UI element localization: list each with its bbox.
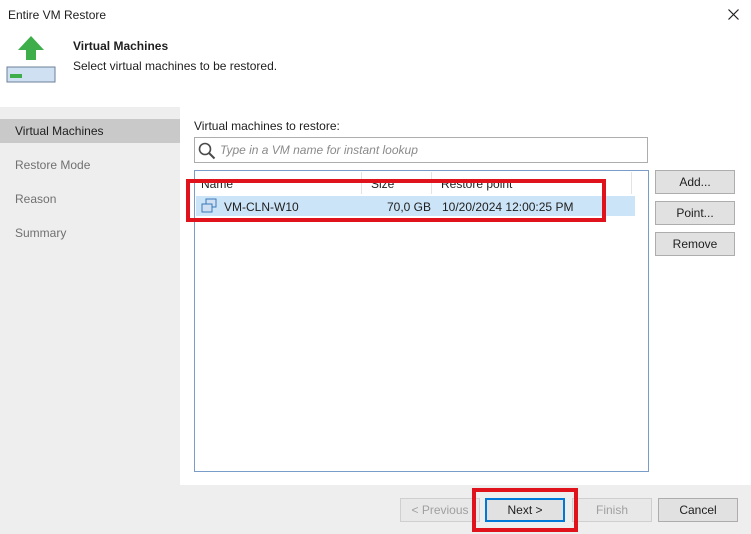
search-box[interactable]	[194, 137, 648, 163]
sidebar-item-reason[interactable]: Reason	[0, 187, 180, 211]
section-label: Virtual machines to restore:	[194, 119, 340, 133]
previous-button[interactable]: < Previous	[400, 498, 480, 522]
remove-button[interactable]: Remove	[655, 232, 735, 256]
next-button[interactable]: Next >	[485, 498, 565, 522]
column-divider	[361, 172, 362, 194]
title-bar	[0, 0, 751, 30]
search-input[interactable]	[220, 141, 640, 159]
close-icon	[728, 9, 739, 20]
sidebar-item-restore-mode[interactable]: Restore Mode	[0, 153, 180, 177]
add-button[interactable]: Add...	[655, 170, 735, 194]
sidebar-item-summary[interactable]: Summary	[0, 221, 180, 245]
close-button[interactable]	[716, 0, 751, 30]
point-button[interactable]: Point...	[655, 201, 735, 225]
sidebar-item-virtual-machines[interactable]: Virtual Machines	[0, 119, 180, 143]
column-divider	[631, 172, 632, 194]
finish-button[interactable]: Finish	[572, 498, 652, 522]
cancel-button[interactable]: Cancel	[658, 498, 738, 522]
header-title: Virtual Machines	[73, 39, 169, 53]
column-divider	[431, 172, 432, 194]
search-icon	[198, 142, 216, 160]
header-subtitle: Select virtual machines to be restored.	[73, 59, 278, 73]
column-header-name[interactable]: Name	[201, 177, 233, 193]
restore-arrow-icon	[4, 36, 58, 86]
vm-icon	[201, 198, 218, 214]
vm-name-cell: VM-CLN-W10	[224, 200, 299, 214]
column-header-size[interactable]: Size	[371, 177, 394, 193]
window-title: Entire VM Restore	[8, 8, 107, 22]
vm-size-cell: 70,0 GB	[386, 200, 431, 214]
vm-restore-point-cell: 10/20/2024 12:00:25 PM	[442, 200, 574, 214]
column-header-restore-point[interactable]: Restore point	[441, 177, 512, 193]
